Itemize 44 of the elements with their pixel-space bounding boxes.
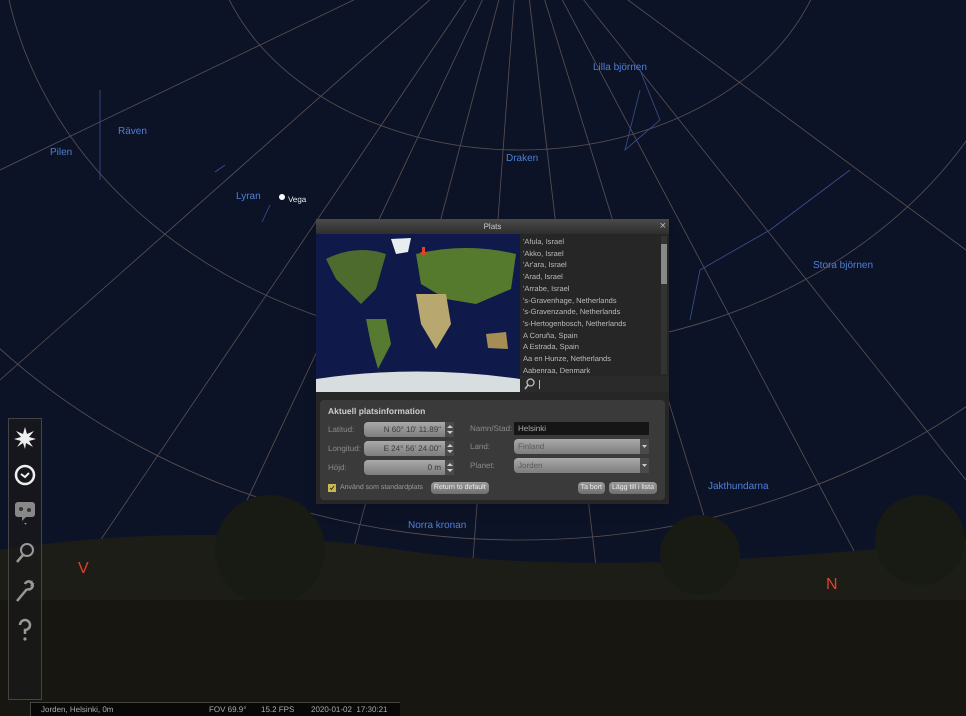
- starburst-icon[interactable]: [14, 427, 36, 449]
- section-heading: Aktuell platsinformation: [328, 405, 426, 418]
- wrench-icon[interactable]: [14, 579, 36, 603]
- constellation-label: Lilla björnen: [593, 61, 647, 75]
- field-label: Höjd:: [328, 462, 348, 474]
- search-icon: [524, 378, 535, 390]
- search-icon[interactable]: [15, 542, 35, 564]
- constellation-label: Stora björnen: [813, 259, 874, 273]
- window-title: Plats: [484, 220, 502, 232]
- sky-view-icon[interactable]: [14, 501, 36, 527]
- checkbox[interactable]: [328, 484, 336, 492]
- constellation-label: Lyran: [236, 190, 261, 204]
- help-icon[interactable]: [17, 618, 33, 642]
- constellation-label: Räven: [118, 125, 147, 139]
- altitude-spinbox[interactable]: 0 m: [364, 460, 454, 476]
- spin-arrows-icon[interactable]: [445, 460, 454, 476]
- field-label: Namn/Stad:: [470, 422, 510, 435]
- spin-arrows-icon[interactable]: [445, 422, 454, 438]
- field-label: Planet:: [470, 460, 496, 472]
- caret-icon: [640, 458, 649, 474]
- field-label: Land:: [470, 440, 492, 453]
- field-label: Latitud:: [328, 424, 356, 436]
- latitude-spinbox[interactable]: N 60° 10' 11.89": [364, 422, 454, 438]
- constellation-label: Draken: [506, 152, 538, 166]
- fov-text: FOV 69.9°: [209, 704, 248, 716]
- field-label: Longitud:: [328, 442, 360, 455]
- caret-icon: [640, 439, 649, 454]
- world-map-drawing[interactable]: [316, 234, 520, 392]
- compass-letter: N: [826, 575, 838, 595]
- scrollbar[interactable]: [661, 236, 667, 374]
- longitude-spinbox[interactable]: E 24° 56' 24.00": [364, 441, 454, 456]
- constellation-label: Jakthundarna: [708, 480, 769, 494]
- fps-text: 15.2 FPS: [261, 704, 296, 716]
- search-field[interactable]: [520, 376, 669, 392]
- star-label: Vega: [288, 194, 306, 206]
- constellation-label: Norra kronan: [408, 519, 466, 533]
- spin-arrows-icon[interactable]: [445, 441, 454, 456]
- location-text: Jorden, Helsinki, 0m: [41, 704, 114, 716]
- name-field[interactable]: Helsinki: [514, 422, 649, 436]
- constellation-label: Pilen: [50, 146, 72, 160]
- datetime-text: 2020-01-02 17:30:21: [311, 704, 388, 716]
- clock-icon[interactable]: [14, 464, 36, 486]
- compass-letter: V: [78, 559, 89, 579]
- close-button[interactable]: ×: [660, 219, 666, 233]
